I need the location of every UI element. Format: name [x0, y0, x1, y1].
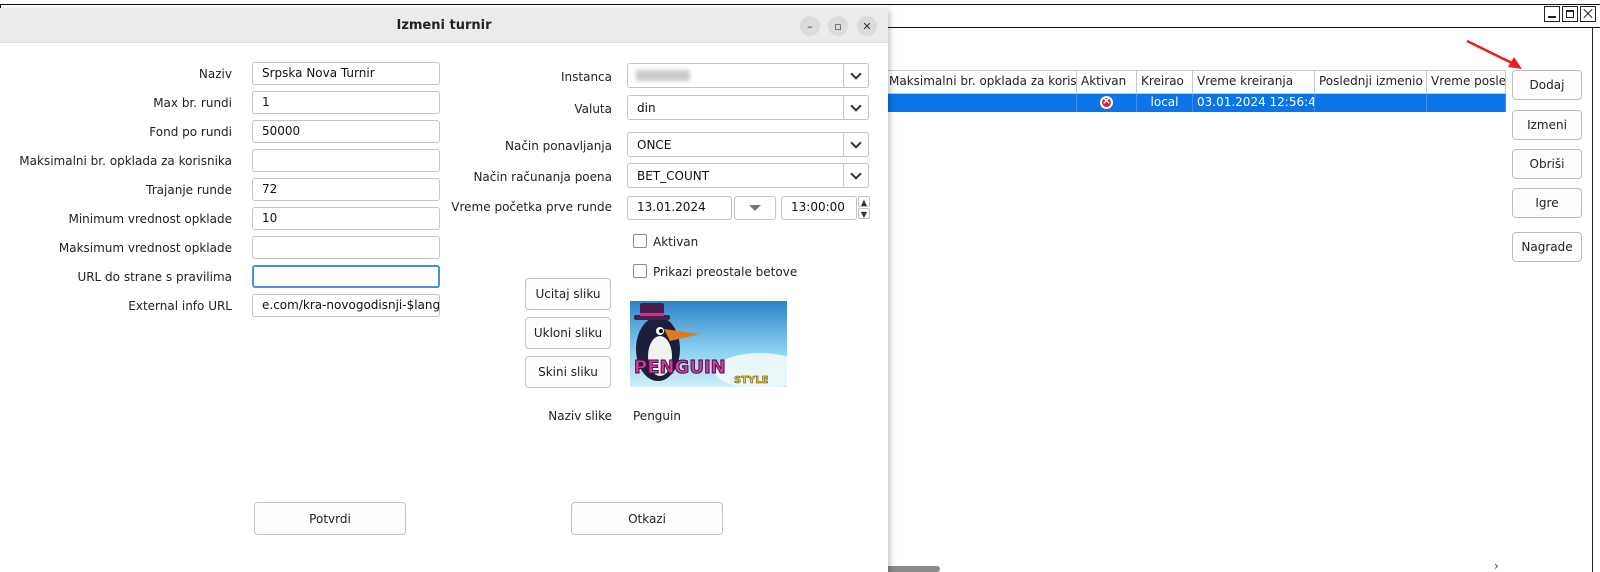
add-button[interactable]: Dodaj [1512, 70, 1582, 100]
table-header: Maksimalni br. opklada za korisnika Akti… [885, 70, 1506, 94]
maximize-icon[interactable] [1562, 6, 1578, 22]
table-cell [1427, 94, 1506, 112]
max-bets-input[interactable] [252, 149, 440, 172]
scroll-right-icon[interactable]: › [1494, 559, 1499, 572]
main-window-frame [1592, 28, 1593, 572]
minimize-icon[interactable] [1544, 6, 1560, 22]
max-bet-input[interactable] [252, 236, 440, 259]
chevron-down-icon[interactable] [843, 163, 869, 188]
start-time-input[interactable]: 13:00:00 [781, 196, 857, 220]
rewards-button[interactable]: Nagrade [1512, 232, 1582, 262]
show-remaining-bets-label: Prikazi preostale betove [653, 265, 798, 279]
table-cell [1315, 94, 1427, 112]
max-rounds-label: Max br. rundi [153, 96, 232, 110]
date-picker-button[interactable] [734, 196, 776, 220]
image-name-value: Penguin [633, 409, 681, 423]
points-mode-label: Način računanja poena [473, 170, 612, 184]
remove-image-button[interactable]: Ukloni sliku [525, 317, 611, 349]
tournament-table: Maksimalni br. opklada za korisnika Akti… [885, 70, 1506, 112]
delete-button[interactable]: Obriši [1512, 149, 1582, 179]
edit-button[interactable]: Izmeni [1512, 110, 1582, 140]
confirm-button[interactable]: Potvrdi [254, 502, 406, 535]
currency-value: din [637, 101, 656, 115]
edit-tournament-dialog: Izmeni turnir – ▫ ✕ Naziv Max br. rundi … [0, 8, 888, 572]
red-arrow-icon [1466, 39, 1522, 69]
dialog-maximize-icon[interactable]: ▫ [828, 16, 848, 36]
tournament-image: PENGUIN STYLE [630, 301, 787, 387]
round-duration-label: Trajanje runde [146, 183, 232, 197]
rules-url-input[interactable] [252, 265, 440, 288]
download-image-button[interactable]: Skini sliku [525, 356, 611, 388]
spin-down-icon[interactable]: ▼ [858, 208, 870, 219]
load-image-button[interactable]: Ucitaj sliku [525, 278, 611, 310]
table-cell: 03.01.2024 12:56:48 [1193, 94, 1315, 112]
dialog-title: Izmeni turnir [396, 18, 492, 33]
games-button[interactable]: Igre [1512, 188, 1582, 218]
points-mode-select[interactable]: BET_COUNT [627, 163, 869, 188]
instance-value-redacted [636, 70, 690, 81]
max-bets-label: Maksimalni br. opklada za korisnika [19, 154, 232, 168]
style-logo-text: STYLE [734, 375, 769, 386]
currency-select[interactable]: din [627, 95, 869, 120]
instance-select[interactable] [627, 63, 869, 88]
dialog-titlebar[interactable]: Izmeni turnir – ▫ ✕ [0, 8, 888, 43]
start-date-input[interactable]: 13.01.2024 [627, 196, 732, 220]
chevron-down-icon[interactable] [843, 63, 869, 88]
penguin-style-logo: PENGUIN STYLE [630, 301, 787, 387]
table-cell [1077, 94, 1137, 112]
close-icon[interactable] [1580, 6, 1596, 22]
dialog-minimize-icon[interactable]: – [800, 16, 820, 36]
external-url-input[interactable]: e.com/kra-novogodisnji-$lang$ [252, 294, 440, 317]
caret-down-icon [749, 205, 761, 211]
column-header[interactable]: Poslednji izmenio [1315, 70, 1427, 94]
currency-label: Valuta [574, 102, 612, 116]
min-bet-label: Minimum vrednost opklade [68, 212, 232, 226]
chevron-down-icon[interactable] [843, 132, 869, 157]
active-checkbox[interactable] [633, 234, 647, 248]
max-bet-label: Maksimum vrednost opklade [58, 241, 232, 255]
table-cell [885, 94, 1077, 112]
column-header[interactable]: Aktivan [1077, 70, 1137, 94]
min-bet-input[interactable]: 10 [252, 207, 440, 230]
show-remaining-bets-checkbox[interactable] [633, 264, 647, 278]
rules-url-label: URL do strane s pravilima [77, 270, 232, 284]
points-mode-value: BET_COUNT [637, 169, 710, 183]
image-name-label: Naziv slike [548, 409, 612, 423]
time-spinner[interactable]: ▲ ▼ [858, 196, 870, 221]
column-header[interactable]: Maksimalni br. opklada za korisnika [885, 70, 1077, 94]
name-input[interactable]: Srpska Nova Turnir [252, 62, 440, 85]
x-circle-icon [1100, 94, 1113, 109]
external-url-label: External info URL [128, 299, 232, 313]
round-duration-input[interactable]: 72 [252, 178, 440, 201]
dialog-close-icon[interactable]: ✕ [857, 16, 877, 36]
repeat-mode-value: ONCE [637, 138, 672, 152]
table-row[interactable]: local 03.01.2024 12:56:48 [885, 94, 1506, 112]
chevron-down-icon[interactable] [843, 95, 869, 120]
repeat-mode-select[interactable]: ONCE [627, 132, 869, 157]
name-label: Naziv [198, 67, 232, 81]
spin-up-icon[interactable]: ▲ [858, 196, 870, 207]
fund-per-round-input[interactable]: 50000 [252, 120, 440, 143]
column-header[interactable]: Kreirao [1137, 70, 1193, 94]
repeat-mode-label: Način ponavljanja [504, 139, 612, 153]
fund-per-round-label: Fond po rundi [149, 125, 232, 139]
active-checkbox-label: Aktivan [653, 235, 699, 249]
column-header[interactable]: Vreme posle [1427, 70, 1506, 94]
start-time-label: Vreme početka prve runde [451, 200, 612, 214]
instance-label: Instanca [560, 70, 612, 84]
penguin-logo-text: PENGUIN [634, 357, 726, 378]
max-rounds-input[interactable]: 1 [252, 91, 440, 114]
table-cell: local [1137, 94, 1193, 112]
column-header[interactable]: Vreme kreiranja [1193, 70, 1315, 94]
cancel-button[interactable]: Otkazi [571, 502, 723, 535]
